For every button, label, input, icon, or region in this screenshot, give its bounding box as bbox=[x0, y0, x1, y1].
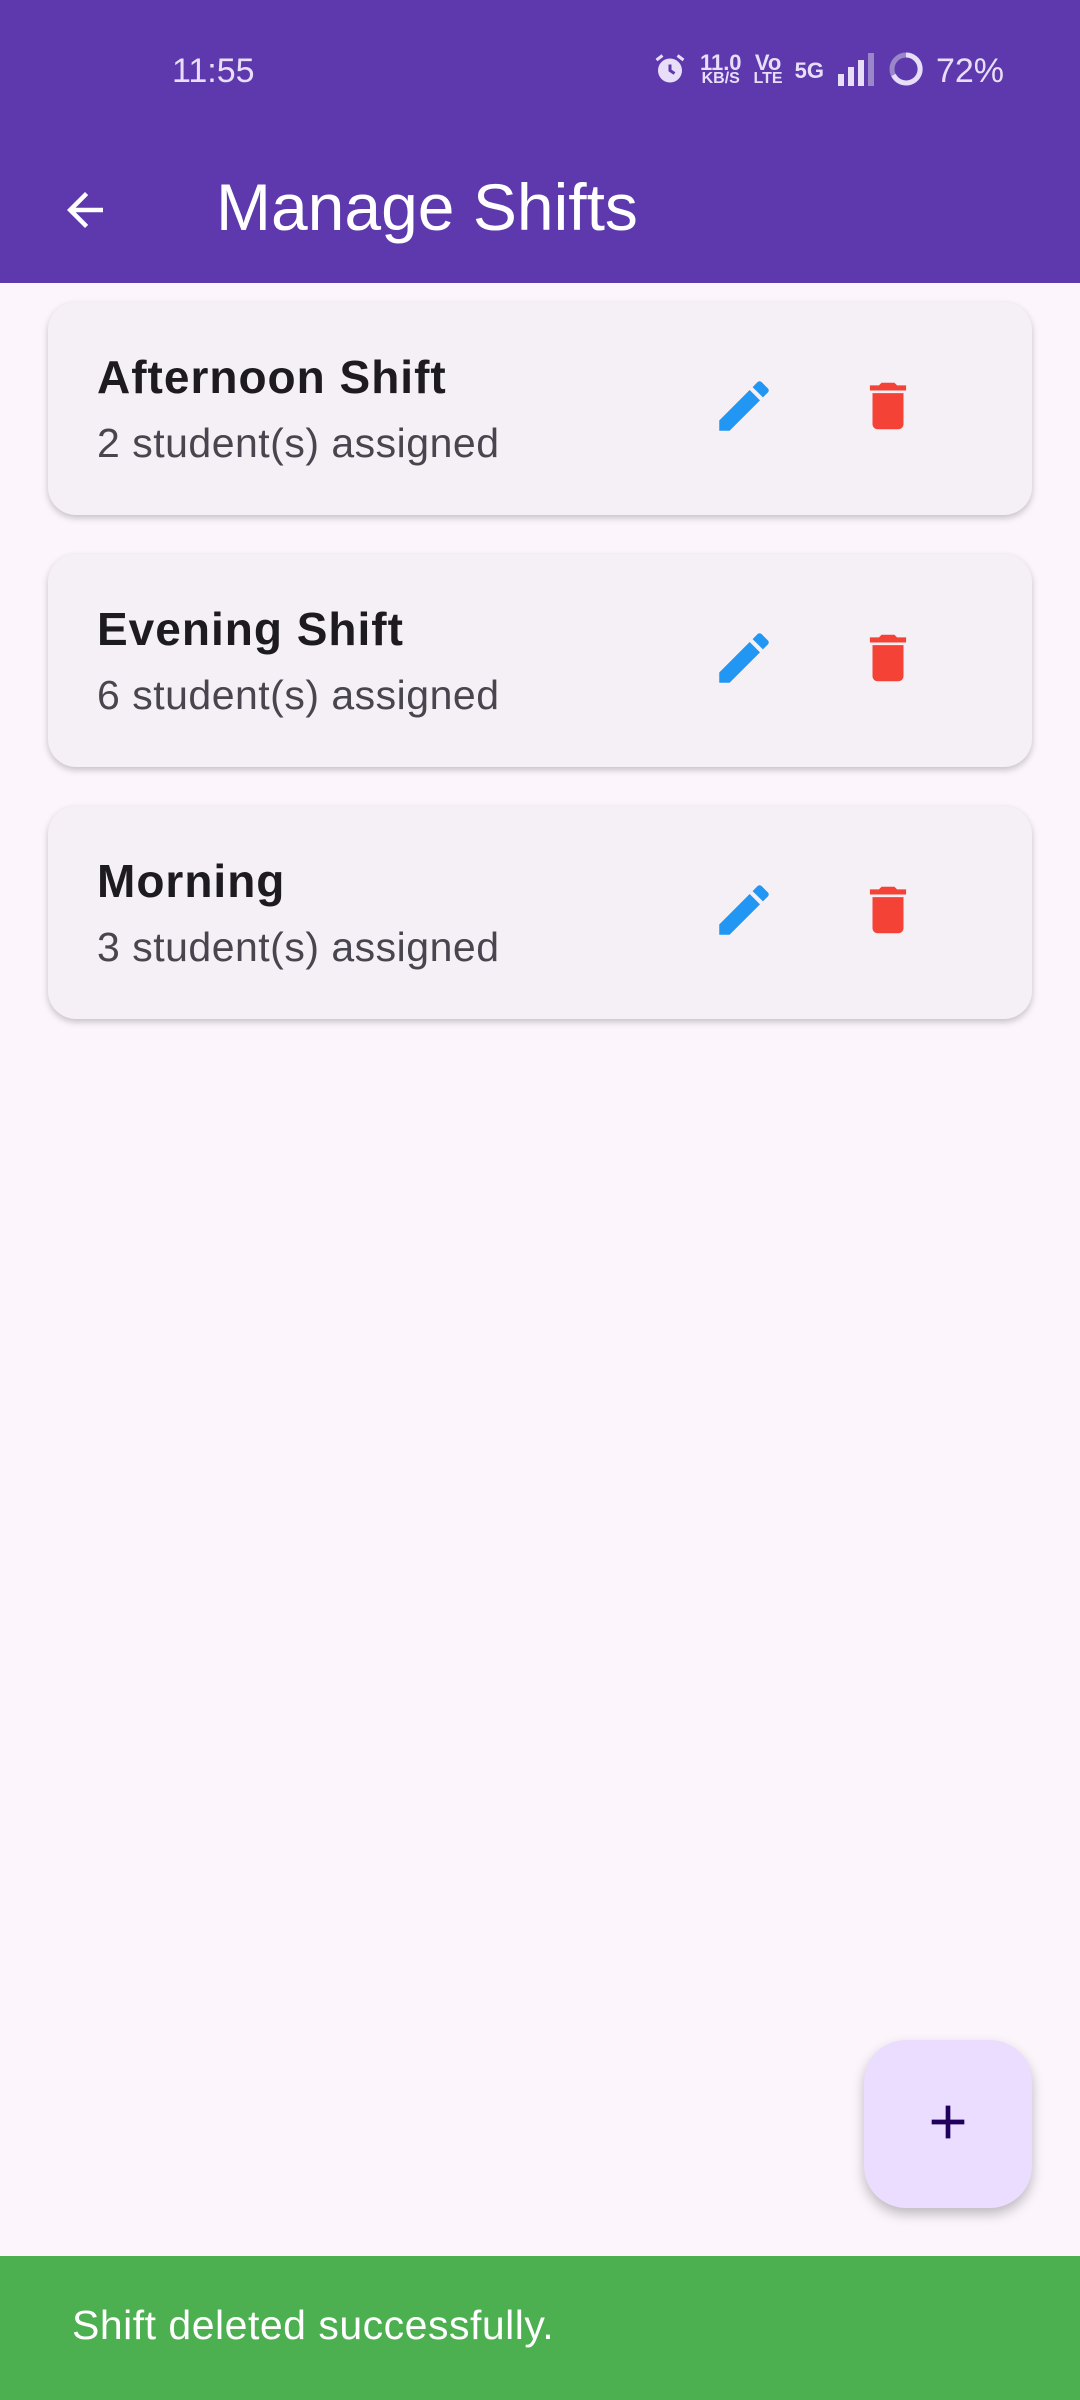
signal-icon bbox=[836, 52, 876, 91]
arrow-back-icon bbox=[58, 183, 112, 242]
edit-shift-button[interactable] bbox=[694, 358, 794, 458]
alarm-icon bbox=[652, 51, 688, 92]
shift-name: Morning bbox=[97, 855, 286, 907]
edit-shift-button[interactable] bbox=[694, 610, 794, 710]
shift-name: Evening Shift bbox=[97, 603, 404, 655]
trash-icon bbox=[857, 627, 919, 694]
net-speed: 11.0 KB/S bbox=[699, 50, 742, 87]
trash-icon bbox=[857, 879, 919, 946]
delete-shift-button[interactable] bbox=[838, 358, 938, 458]
shift-name: Afternoon Shift bbox=[97, 351, 447, 403]
shift-assigned-count: 2 student(s) assigned bbox=[97, 420, 500, 466]
snackbar-message: Shift deleted successfully. bbox=[72, 2302, 555, 2348]
pencil-icon bbox=[711, 877, 777, 948]
shift-card[interactable]: Morning 3 student(s) assigned bbox=[48, 806, 1032, 1019]
trash-icon bbox=[857, 375, 919, 442]
pencil-icon bbox=[711, 625, 777, 696]
shift-list: Afternoon Shift 2 student(s) assigned Ev… bbox=[48, 302, 1032, 1058]
page-title: Manage Shifts bbox=[216, 170, 638, 244]
network-type: 5G bbox=[794, 58, 824, 83]
shift-card[interactable]: Afternoon Shift 2 student(s) assigned bbox=[48, 302, 1032, 515]
battery-icon bbox=[888, 51, 924, 92]
status-icons: 11.0 KB/S Vo LTE 5G 72% bbox=[652, 48, 1004, 94]
edit-shift-button[interactable] bbox=[694, 862, 794, 962]
back-button[interactable] bbox=[40, 167, 130, 257]
plus-icon bbox=[920, 2094, 976, 2155]
delete-shift-button[interactable] bbox=[838, 862, 938, 962]
delete-shift-button[interactable] bbox=[838, 610, 938, 710]
shift-assigned-count: 3 student(s) assigned bbox=[97, 924, 500, 970]
snackbar: Shift deleted successfully. bbox=[0, 2256, 1080, 2400]
toolbar: Manage Shifts bbox=[0, 145, 1080, 283]
status-bar: 11:55 11.0 KB/S Vo LTE 5G 72% bbox=[0, 0, 1080, 145]
shift-assigned-count: 6 student(s) assigned bbox=[97, 672, 500, 718]
battery-percent: 72% bbox=[935, 51, 1004, 90]
pencil-icon bbox=[711, 373, 777, 444]
add-shift-button[interactable] bbox=[864, 2040, 1032, 2208]
app-bar: 11:55 11.0 KB/S Vo LTE 5G 72% Manage Shi… bbox=[0, 0, 1080, 283]
volte-indicator: Vo LTE bbox=[753, 50, 783, 87]
status-time: 11:55 bbox=[172, 52, 255, 90]
shift-card[interactable]: Evening Shift 6 student(s) assigned bbox=[48, 554, 1032, 767]
